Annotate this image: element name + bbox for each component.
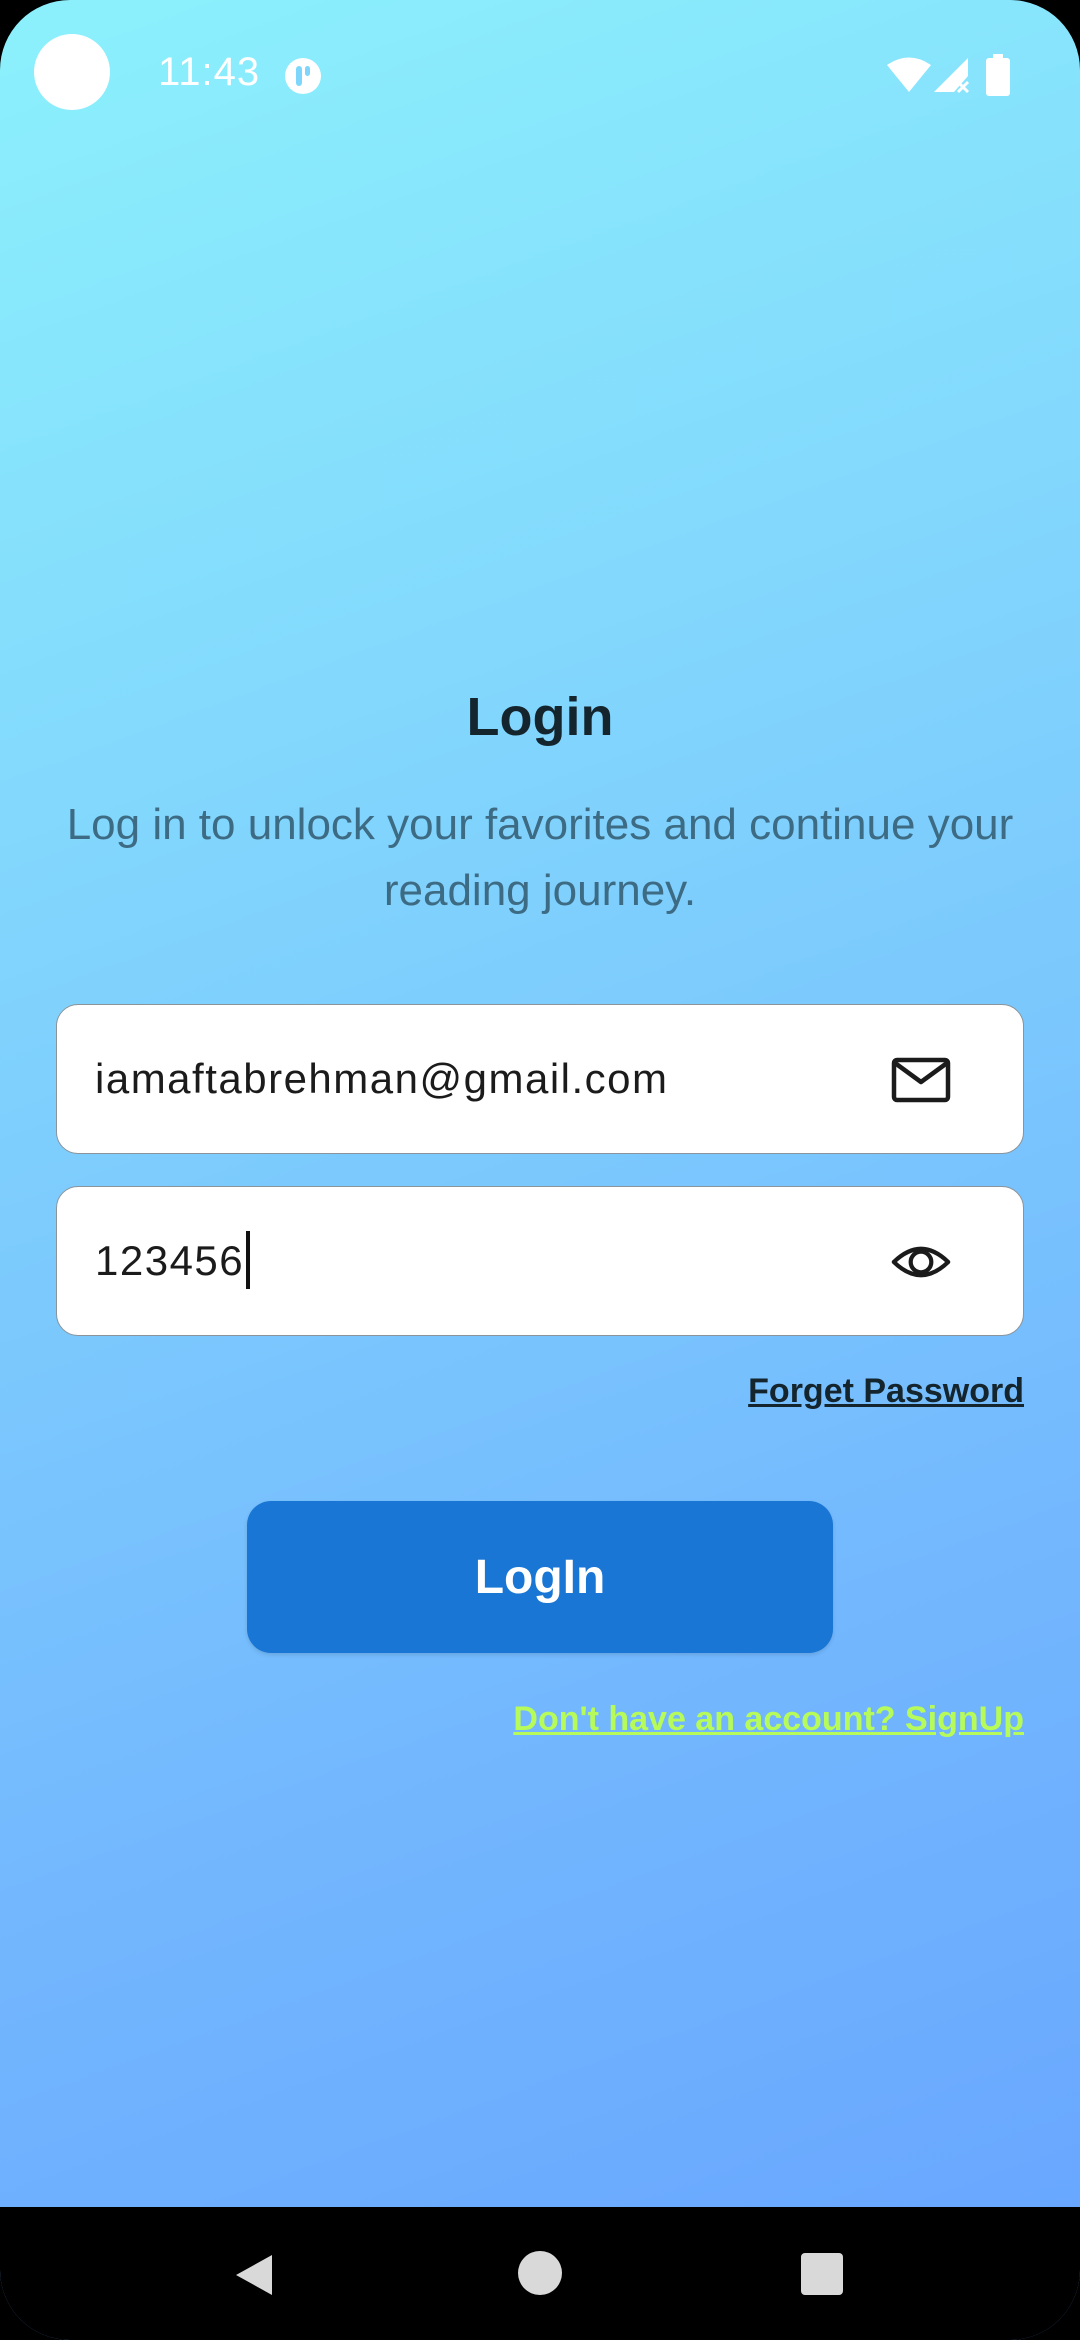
page-title: Login [466, 687, 614, 747]
app-notification-icon [285, 58, 321, 94]
navigation-bar [0, 2207, 1080, 2340]
password-field-value: 123456 [95, 1230, 251, 1289]
camera-cutout [34, 34, 110, 110]
mail-icon [891, 1057, 951, 1103]
recents-icon[interactable] [801, 2253, 843, 2295]
wifi-icon [887, 57, 931, 92]
signal-icon [934, 58, 970, 94]
email-field[interactable]: iamaftabrehman@gmail.com [56, 1004, 1024, 1154]
password-field[interactable]: 123456 [56, 1186, 1024, 1336]
status-bar: 11:43 [0, 0, 1080, 150]
login-screen: 11:43 Login Log in to unlock your favori… [0, 0, 1080, 2340]
email-field-value: iamaftabrehman@gmail.com [95, 1055, 669, 1102]
status-time: 11:43 [158, 50, 261, 94]
signup-link[interactable]: Don't have an account? SignUp [513, 1700, 1024, 1739]
login-button[interactable]: LogIn [247, 1501, 833, 1653]
eye-icon[interactable] [891, 1232, 951, 1292]
back-icon[interactable] [232, 2251, 276, 2299]
forget-password-link[interactable]: Forget Password [748, 1372, 1024, 1411]
home-icon[interactable] [518, 2251, 562, 2295]
page-subtitle: Log in to unlock your favorites and cont… [66, 800, 1014, 915]
text-caret [246, 1230, 251, 1289]
battery-icon [986, 54, 1010, 96]
